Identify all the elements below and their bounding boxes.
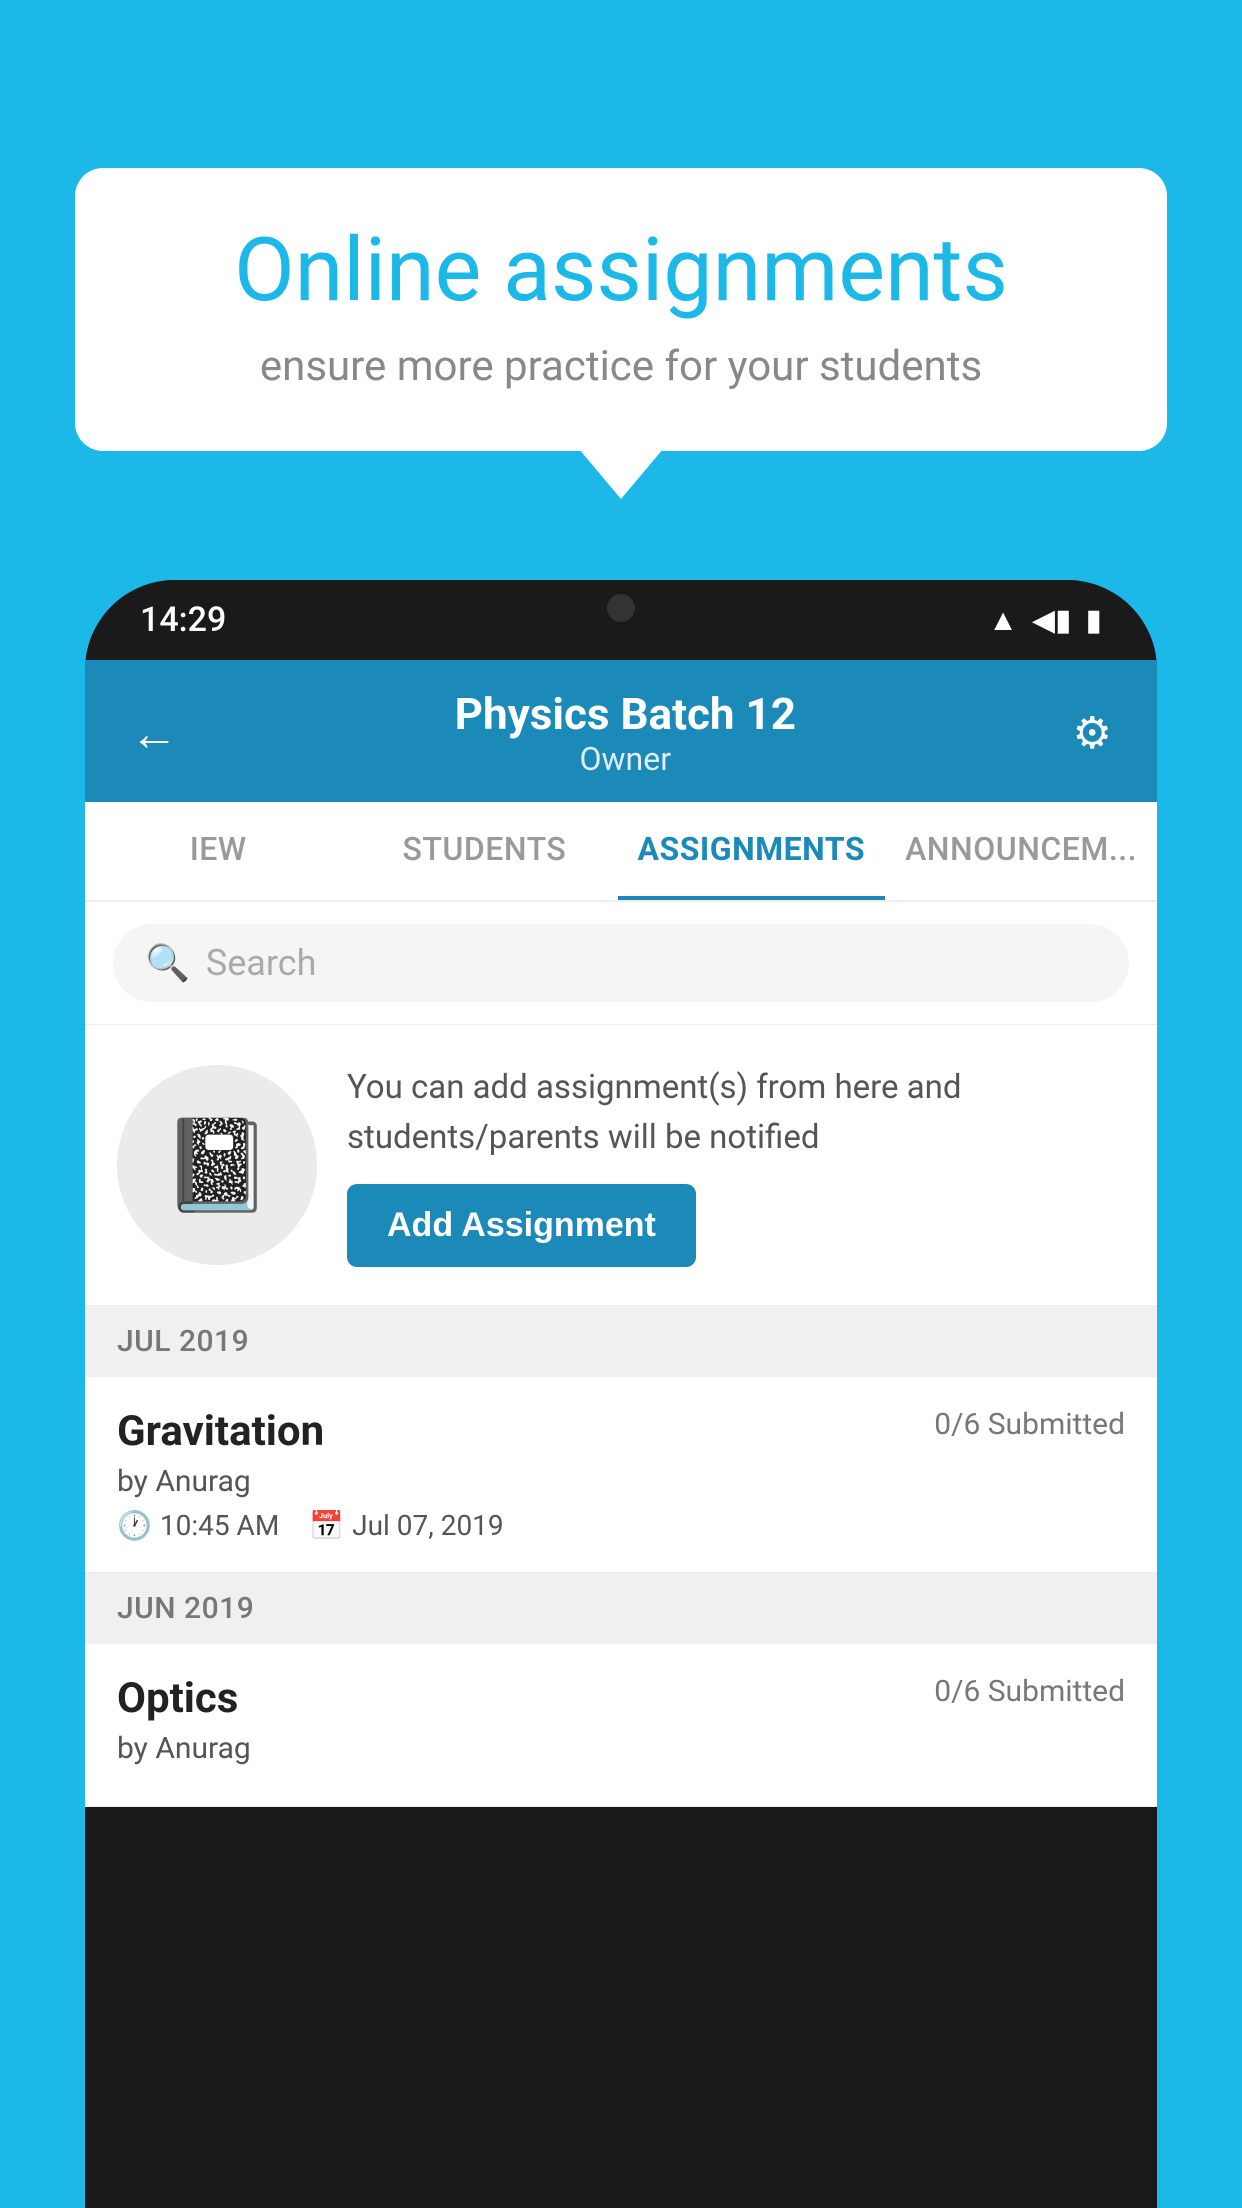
header-title: Physics Batch 12 — [455, 688, 796, 740]
promo-content: You can add assignment(s) from here and … — [347, 1063, 1125, 1267]
search-bar-wrapper: 🔍 Search — [85, 902, 1157, 1025]
promo-text: You can add assignment(s) from here and … — [347, 1063, 1125, 1162]
header-subtitle: Owner — [455, 740, 796, 778]
assignment-item-gravitation[interactable]: Gravitation 0/6 Submitted by Anurag 🕐 10… — [85, 1377, 1157, 1573]
tab-announcements[interactable]: ANNOUNCEM... — [885, 802, 1157, 900]
assignment-item-optics[interactable]: Optics 0/6 Submitted by Anurag — [85, 1644, 1157, 1807]
app-header: ← Physics Batch 12 Owner ⚙ — [85, 660, 1157, 802]
phone-frame: 14:29 ▲ ◀▮ ▮ ← Physics Batch 12 Owner ⚙ … — [85, 580, 1157, 2208]
month-separator-jun: JUN 2019 — [85, 1573, 1157, 1644]
camera-dot — [607, 594, 635, 622]
bubble-subtitle: ensure more practice for your students — [140, 342, 1102, 391]
add-assignment-button[interactable]: Add Assignment — [347, 1184, 696, 1267]
back-button[interactable]: ← — [130, 705, 178, 762]
assignment-header-row: Gravitation 0/6 Submitted — [117, 1407, 1125, 1456]
notebook-icon: 📓 — [161, 1113, 273, 1218]
assignment-submitted-optics: 0/6 Submitted — [934, 1674, 1125, 1709]
assignment-name-optics: Optics — [117, 1674, 238, 1723]
assignment-name: Gravitation — [117, 1407, 324, 1456]
tabs-bar: IEW STUDENTS ASSIGNMENTS ANNOUNCEM... — [85, 802, 1157, 902]
promo-section: 📓 You can add assignment(s) from here an… — [85, 1025, 1157, 1306]
wifi-icon: ▲ — [988, 603, 1018, 638]
assignment-by-optics: by Anurag — [117, 1731, 1125, 1766]
notch — [521, 580, 721, 635]
status-time: 14:29 — [140, 600, 226, 640]
bubble-title: Online assignments — [140, 223, 1102, 320]
assignment-by: by Anurag — [117, 1464, 1125, 1499]
signal-icon: ◀▮ — [1032, 603, 1072, 638]
clock-icon: 🕐 — [117, 1509, 152, 1542]
tab-assignments[interactable]: ASSIGNMENTS — [618, 802, 886, 900]
search-bar[interactable]: 🔍 Search — [113, 924, 1129, 1002]
tab-students[interactable]: STUDENTS — [351, 802, 617, 900]
assignment-date: 📅 Jul 07, 2019 — [309, 1509, 503, 1542]
assignment-header-row-optics: Optics 0/6 Submitted — [117, 1674, 1125, 1723]
settings-icon[interactable]: ⚙ — [1073, 707, 1112, 759]
phone-screen: 🔍 Search 📓 You can add assignment(s) fro… — [85, 902, 1157, 1807]
month-separator-jul: JUL 2019 — [85, 1306, 1157, 1377]
assignment-submitted: 0/6 Submitted — [934, 1407, 1125, 1442]
status-icons: ▲ ◀▮ ▮ — [988, 603, 1102, 638]
battery-icon: ▮ — [1085, 603, 1102, 638]
status-bar: 14:29 ▲ ◀▮ ▮ — [85, 580, 1157, 660]
assignment-time: 🕐 10:45 AM — [117, 1509, 279, 1542]
speech-bubble: Online assignments ensure more practice … — [75, 168, 1167, 451]
header-center: Physics Batch 12 Owner — [455, 688, 796, 778]
promo-icon-circle: 📓 — [117, 1065, 317, 1265]
assignment-meta: 🕐 10:45 AM 📅 Jul 07, 2019 — [117, 1509, 1125, 1542]
search-icon: 🔍 — [145, 942, 190, 984]
search-placeholder: Search — [206, 942, 317, 984]
calendar-icon: 📅 — [309, 1509, 344, 1542]
tab-iew[interactable]: IEW — [85, 802, 351, 900]
